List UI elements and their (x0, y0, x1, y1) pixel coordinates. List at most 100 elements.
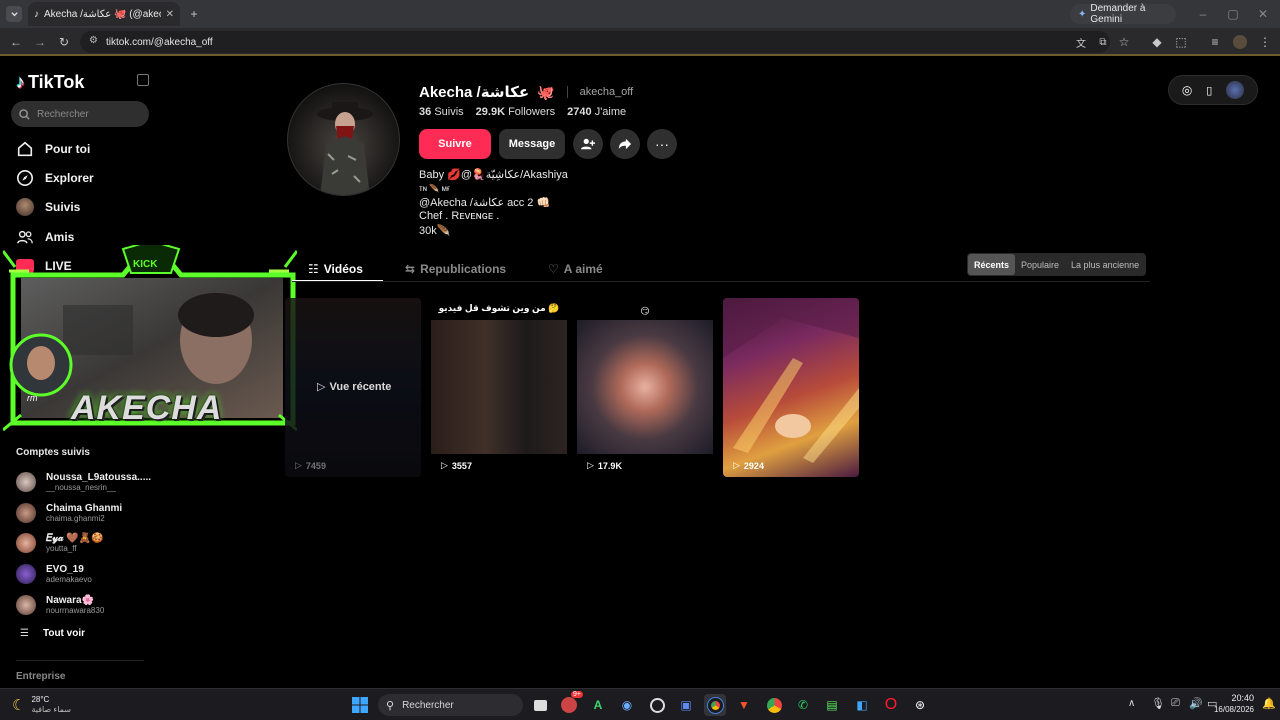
tiktok-favicon-icon: ♪ (34, 8, 39, 20)
account-name: Noussa_L9atoussa..... (46, 471, 152, 483)
device-icon[interactable]: ▯ (1206, 84, 1212, 97)
nav-pour-toi[interactable]: Pour toi (16, 138, 90, 160)
browser-menu-icon[interactable]: ⋮ (1258, 34, 1272, 50)
new-tab-icon[interactable]: + (186, 6, 202, 22)
tab-liked[interactable]: ♡ A aimé (548, 258, 603, 280)
weather-widget[interactable]: ☾ 28°C سماء صافية (12, 695, 71, 715)
install-app-icon[interactable]: ⧉ (1096, 34, 1110, 50)
volume-icon[interactable]: 🔊 (1189, 697, 1203, 710)
video-card[interactable]: ▷ 2924 (723, 298, 859, 477)
account-name: EVO_19 (46, 563, 84, 575)
chrome-profile-icon[interactable] (763, 694, 785, 716)
divider (16, 660, 144, 661)
close-window-icon[interactable]: ✕ (1256, 6, 1270, 22)
video-card[interactable]: ▷ Vue récente ▷ 7459 (285, 298, 421, 477)
reload-icon[interactable]: ↻ (56, 34, 72, 50)
weather-desc: سماء صافية (31, 705, 71, 714)
user-avatar-icon[interactable] (1226, 81, 1245, 99)
nav-label: Pour toi (45, 142, 91, 156)
followed-account[interactable]: EVO_19 ademakaevo (16, 561, 92, 587)
footer-entreprise[interactable]: Entreprise (16, 671, 65, 682)
stat-followers[interactable]: 29.9K Followers (476, 106, 556, 118)
forward-icon[interactable]: → (32, 34, 48, 50)
nav-explorer[interactable]: Explorer (16, 167, 94, 189)
view-count: 3557 (451, 460, 472, 471)
windows-taskbar: ☾ 28°C سماء صافية ⚲ Rechercher 9+ A ◉ ▣ … (0, 688, 1280, 720)
followed-account[interactable]: 𝐸𝓎𝒶 🤎🧸🍪 youtta_ff (16, 530, 104, 556)
tiktok-logo[interactable]: ♪ TikTok (16, 72, 84, 93)
sort-switch: Récents Populaire La plus ancienne (967, 253, 1147, 276)
file-icon[interactable]: ▣ (675, 694, 697, 716)
tab-list-icon[interactable] (6, 6, 22, 22)
account-name: Chaima Ghanmi (46, 502, 123, 514)
chrome-icon[interactable] (704, 694, 726, 716)
play-icon: ▷ (733, 460, 740, 470)
stat-label: Suivis (434, 106, 464, 118)
extensions-puzzle-icon[interactable]: ⬚ (1174, 34, 1188, 50)
start-button[interactable] (349, 694, 371, 716)
whatsapp-icon[interactable]: ✆ (792, 694, 814, 716)
obs-icon[interactable] (646, 694, 668, 716)
brave-icon[interactable]: ▼ (733, 694, 755, 716)
microphone-icon[interactable]: 🎙 (1151, 697, 1165, 710)
capture-app-icon[interactable]: ⊛ (909, 694, 931, 716)
stat-following[interactable]: 36 Suivis (419, 106, 464, 118)
site-info-icon[interactable]: ⚙ (89, 35, 98, 46)
taskbar-search[interactable]: ⚲ Rechercher (378, 694, 523, 716)
followed-account[interactable]: Nawara🌸 nourrnawara830 (16, 592, 104, 618)
extension-diamond-icon[interactable]: ◆ (1150, 34, 1164, 50)
profile-avatar-icon[interactable] (1233, 35, 1247, 49)
tab-close-icon[interactable]: ✕ (166, 9, 174, 20)
nav-label: Suivis (45, 200, 81, 214)
back-icon[interactable]: ← (8, 34, 24, 50)
avatar (16, 503, 36, 523)
task-view-icon[interactable] (529, 694, 551, 716)
maximize-icon[interactable]: ▢ (1226, 6, 1240, 22)
profile-avatar[interactable] (287, 83, 400, 196)
follow-button[interactable]: Suivre (419, 129, 491, 159)
followed-account[interactable]: Noussa_L9atoussa..... __noussa_nesrin__ (16, 469, 151, 495)
search-icon: ⚲ (386, 699, 395, 712)
translate-icon[interactable]: 文 (1074, 34, 1088, 50)
view-count: 7459 (305, 460, 326, 471)
store-icon[interactable]: ◧ (851, 694, 873, 716)
top-right-tools: ◎ ▯ (1168, 75, 1258, 105)
collapse-sidebar-icon[interactable] (137, 74, 149, 86)
add-friend-button[interactable] (573, 129, 603, 159)
app-icon[interactable]: A (587, 694, 609, 716)
gemini-button[interactable]: ✦ Demander à Gemini (1070, 3, 1176, 25)
avatar (16, 472, 36, 492)
tab-republications[interactable]: ⇆ Republications (405, 258, 506, 280)
overlay-tag: rm (27, 393, 38, 403)
nav-suivis[interactable]: Suivis (16, 196, 80, 218)
sort-popular[interactable]: Populaire (1015, 254, 1065, 275)
more-options-button[interactable]: ··· (647, 129, 677, 159)
tab-videos[interactable]: ☷ Vidéos (308, 258, 363, 280)
clock[interactable]: 20:40 16/08/2026 (1206, 693, 1254, 715)
browser-tab-active[interactable]: ♪ Akecha /عكاشة 🐙 (@akecha_o ✕ (28, 2, 180, 26)
bookmark-star-icon[interactable]: ☆ (1117, 34, 1131, 50)
sort-recent[interactable]: Récents (968, 254, 1016, 275)
teams-icon[interactable]: 9+ (558, 691, 583, 716)
video-card[interactable]: 😏 ▷ 17.9K (577, 298, 713, 477)
address-bar[interactable]: ⚙ tiktok.com/@akecha_off (80, 31, 1110, 53)
money-app-icon[interactable]: ▤ (821, 694, 843, 716)
video-card[interactable]: من وين تشوف قل فيديو 🤔 ▷ 3557 (431, 298, 567, 477)
coin-icon[interactable]: ◎ (1182, 83, 1192, 97)
windows-logo-icon (352, 697, 368, 713)
profile-stats: 36 Suivis 29.9K Followers 2740 J'aime (419, 106, 626, 118)
video-thumbnail (431, 320, 567, 454)
reading-list-icon[interactable]: ≡ (1208, 34, 1222, 50)
opera-icon[interactable]: O (880, 694, 902, 716)
notifications-bell-icon[interactable]: 🔔 (1262, 697, 1276, 710)
share-button[interactable] (610, 129, 640, 159)
steam-icon[interactable]: ◉ (616, 694, 638, 716)
search-input[interactable]: Rechercher (11, 101, 149, 127)
see-all-link[interactable]: ☰ Tout voir (20, 628, 85, 639)
message-button[interactable]: Message (499, 129, 565, 159)
followed-account[interactable]: Chaima Ghanmi chaima.ghanmi2 (16, 500, 122, 526)
show-hidden-icons[interactable]: ∧ (1128, 698, 1135, 709)
sort-oldest[interactable]: La plus ancienne (1065, 254, 1145, 275)
minimize-icon[interactable]: – (1196, 6, 1210, 22)
network-icon[interactable]: ⎚ (1171, 697, 1180, 710)
